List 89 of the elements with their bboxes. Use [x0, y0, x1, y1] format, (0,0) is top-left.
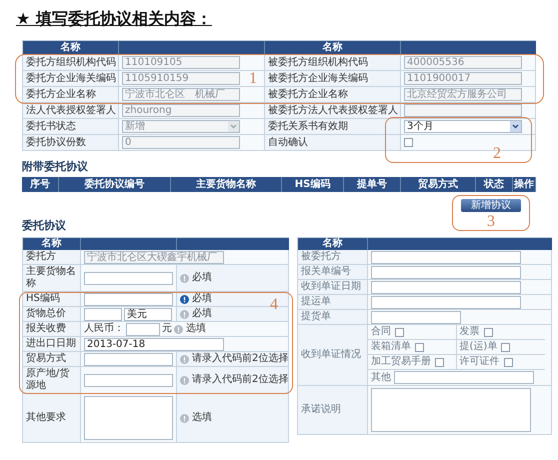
checkbox-label: 加工贸易手册 — [371, 356, 431, 368]
column-header: 提单号 — [344, 177, 401, 192]
annotation-number: 1 — [249, 71, 257, 87]
column-header: 贸易方式 — [401, 177, 476, 192]
unit-label: 元 — [162, 323, 172, 335]
field-label: 进出口日期 — [23, 337, 81, 352]
chevron-down-icon — [228, 121, 239, 132]
hint-text: 必填 — [192, 293, 212, 305]
field-label: 主要货物名称 — [23, 265, 81, 292]
column-header: 名称 — [265, 41, 401, 55]
annotation-number: 4 — [270, 297, 278, 313]
checkbox[interactable] — [435, 358, 444, 366]
column-header: 名称 — [23, 238, 81, 250]
field-label: 委托方企业海关编码 — [23, 71, 119, 87]
hint-text: 必填 — [192, 308, 212, 320]
text-field[interactable] — [371, 250, 521, 264]
text-field[interactable]: 美元 — [124, 308, 172, 320]
hint-text: 请录入代码前2位选择 — [192, 374, 288, 386]
column-header: 名称 — [298, 238, 368, 250]
column-header: HS编码 — [282, 177, 344, 192]
checkbox-label: 装箱清单 — [371, 341, 411, 353]
field-label: 委托协议份数 — [23, 135, 119, 151]
field-label: 收到单证日期 — [298, 280, 368, 295]
column-header: 状态 — [476, 177, 513, 192]
chevron-down-icon — [510, 121, 521, 132]
annotation-number: 2 — [493, 146, 501, 162]
text-field[interactable] — [84, 374, 173, 386]
column-header: 委托协议编号 — [59, 177, 171, 192]
field-label: 委托关系书有效期 — [265, 119, 401, 135]
text-field[interactable] — [371, 280, 521, 294]
checkbox[interactable] — [395, 328, 404, 336]
checkbox-label: 提(运)单 — [460, 341, 498, 353]
field-label: 法人代表授权签署人 — [23, 103, 119, 119]
field-label: 提运单 — [298, 295, 368, 310]
text-field[interactable]: 2013-07-18 — [84, 338, 224, 350]
field-label: 提货单 — [298, 310, 368, 325]
field-label: 收到单证情况 — [298, 325, 368, 386]
field-label: 被委托方组织机构代码 — [265, 55, 401, 71]
checkbox[interactable] — [504, 358, 512, 366]
currency-label: 人民币： — [84, 323, 124, 335]
page-title: ★ 填写委托协议相关内容： — [16, 8, 213, 30]
text-field[interactable] — [84, 308, 122, 320]
field-label: 被委托方法人代表授权签署人 — [265, 103, 401, 119]
checkbox-label: 许可证件 — [460, 356, 500, 368]
field-label: 被委托方企业海关编码 — [265, 71, 401, 87]
field-label: 自动确认 — [265, 135, 401, 151]
text-field[interactable] — [394, 371, 534, 384]
annotation-number: 3 — [487, 214, 495, 230]
text-field[interactable] — [84, 272, 173, 284]
text-field[interactable] — [371, 310, 461, 324]
hint-text: 必填 — [192, 272, 212, 284]
checkbox[interactable] — [415, 342, 424, 352]
field-label: 报关单编号 — [298, 265, 368, 280]
hint-text: 选填 — [192, 412, 212, 424]
text-field[interactable] — [84, 352, 173, 366]
field-label: HS编码 — [23, 292, 81, 307]
field-label: 贸易方式 — [23, 352, 81, 367]
text-field[interactable] — [371, 266, 521, 278]
section-title: 附带委托协议 — [22, 160, 89, 174]
text-area[interactable] — [371, 388, 531, 432]
checkbox[interactable] — [484, 328, 492, 336]
text-field[interactable] — [126, 322, 160, 336]
field-label: 委托方 — [23, 250, 81, 265]
field-label: 原产地/货源地 — [23, 367, 81, 394]
text-field[interactable] — [371, 296, 521, 308]
checkbox-label: 其他 — [371, 372, 391, 384]
section-title: 委托协议 — [22, 219, 66, 233]
dropdown[interactable]: 3个月 — [404, 120, 522, 133]
add-agreement-button[interactable]: 新增协议 — [461, 199, 521, 212]
field-label: 报关收费 — [23, 322, 81, 337]
hint-text: 请录入代码前2位选择 — [192, 353, 288, 365]
hint-text: 选填 — [186, 323, 206, 335]
field-label: 承诺说明 — [298, 386, 368, 435]
field-label: 被委托方企业名称 — [265, 87, 401, 103]
field-label: 委托方企业名称 — [23, 87, 119, 103]
checkbox[interactable] — [501, 342, 510, 352]
column-header: 主要货物名称 — [171, 177, 282, 192]
text-field[interactable] — [84, 292, 173, 306]
field-label: 被委托方 — [298, 250, 368, 265]
field-label: 委托方组织机构代码 — [23, 55, 119, 71]
field-label: 委托书状态 — [23, 119, 119, 135]
column-header: 序号 — [22, 177, 59, 192]
field-label: 货物总价 — [23, 307, 81, 322]
checkbox-label: 发票 — [460, 326, 480, 338]
checkbox-label: 合同 — [371, 326, 391, 338]
column-header: 操作 — [513, 177, 536, 192]
column-header: 名称 — [23, 41, 119, 55]
checkbox[interactable] — [404, 138, 413, 147]
field-label: 其他要求 — [23, 394, 81, 443]
